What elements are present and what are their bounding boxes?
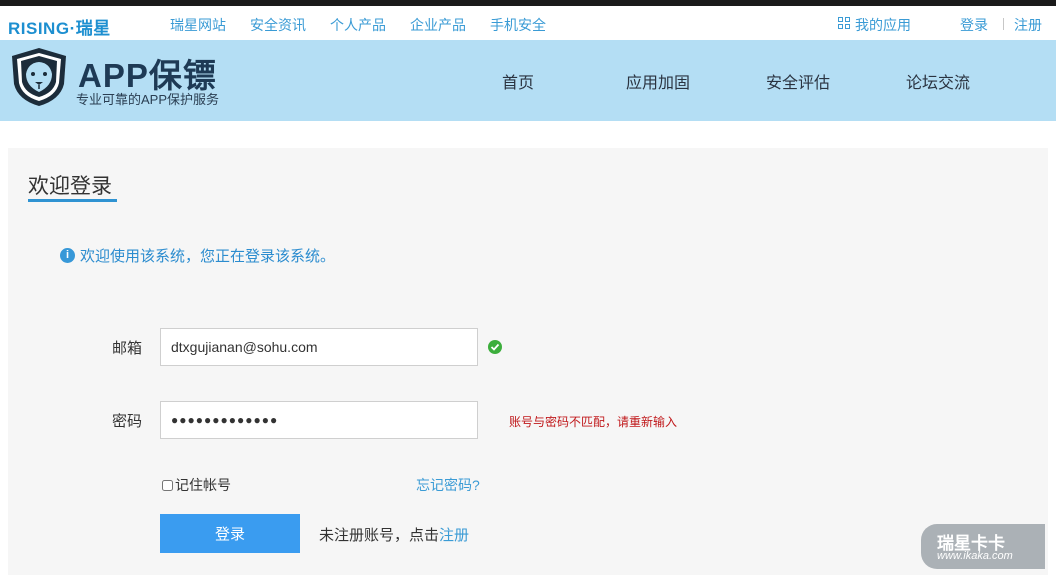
remember-checkbox[interactable] (162, 480, 173, 491)
register-link[interactable]: 注册 (439, 527, 469, 544)
brand-en: RISING (8, 19, 70, 38)
register-prompt: 未注册账号，点击注册 (319, 524, 469, 545)
watermark: 瑞星卡卡 www.ikaka.com (921, 524, 1045, 569)
title-underline (28, 199, 117, 202)
email-field[interactable] (160, 328, 478, 366)
forgot-password-link[interactable]: 忘记密码? (416, 475, 480, 495)
register-prompt-text: 未注册账号，点击 (319, 527, 440, 544)
page-title: 欢迎登录 (28, 175, 112, 198)
login-panel: 欢迎登录 i 欢迎使用该系统，您正在登录该系统。 邮箱 密码 账号与密码不匹配，… (8, 148, 1048, 575)
app-subtitle: 专业可靠的APP保护服务 (76, 92, 220, 107)
top-nav-security-news[interactable]: 安全资讯 (250, 15, 306, 35)
remember-label: 记住帐号 (175, 477, 231, 493)
nav-home[interactable]: 首页 (502, 69, 534, 93)
lion-shield-logo-icon[interactable] (8, 46, 70, 108)
password-label: 密码 (112, 413, 143, 430)
top-nav-rising-site[interactable]: 瑞星网站 (170, 15, 226, 35)
rising-logo[interactable]: RISING·瑞星 (8, 14, 111, 39)
top-bar: RISING·瑞星 瑞星网站 安全资讯 个人产品 企业产品 手机安全 我的应用 … (0, 6, 1056, 40)
info-message: 欢迎使用该系统，您正在登录该系统。 (80, 248, 336, 265)
grid-icon (838, 17, 850, 29)
nav-forum[interactable]: 论坛交流 (906, 69, 970, 93)
watermark-url: www.ikaka.com (937, 550, 1013, 562)
info-icon: i (60, 248, 75, 263)
nav-app-hardening[interactable]: 应用加固 (626, 69, 690, 93)
my-apps-link[interactable]: 我的应用 (855, 15, 911, 35)
site-header: APP保镖 专业可靠的APP保护服务 首页 应用加固 安全评估 论坛交流 (0, 40, 1056, 121)
login-button[interactable]: 登录 (160, 514, 300, 553)
nav-security-assessment[interactable]: 安全评估 (766, 69, 830, 93)
top-login-link[interactable]: 登录 (960, 15, 988, 35)
password-field[interactable] (160, 401, 478, 439)
remember-account[interactable]: 记住帐号 (162, 475, 231, 495)
top-nav-mobile-security[interactable]: 手机安全 (490, 15, 546, 35)
brand-cn: 瑞星 (75, 19, 111, 38)
top-register-link[interactable]: 注册 (1014, 15, 1042, 35)
divider (1003, 18, 1004, 30)
email-label: 邮箱 (112, 340, 143, 357)
top-nav-personal-products[interactable]: 个人产品 (330, 15, 386, 35)
error-message: 账号与密码不匹配，请重新输入 (509, 415, 678, 429)
check-icon (488, 340, 502, 354)
top-nav-enterprise-products[interactable]: 企业产品 (410, 15, 466, 35)
